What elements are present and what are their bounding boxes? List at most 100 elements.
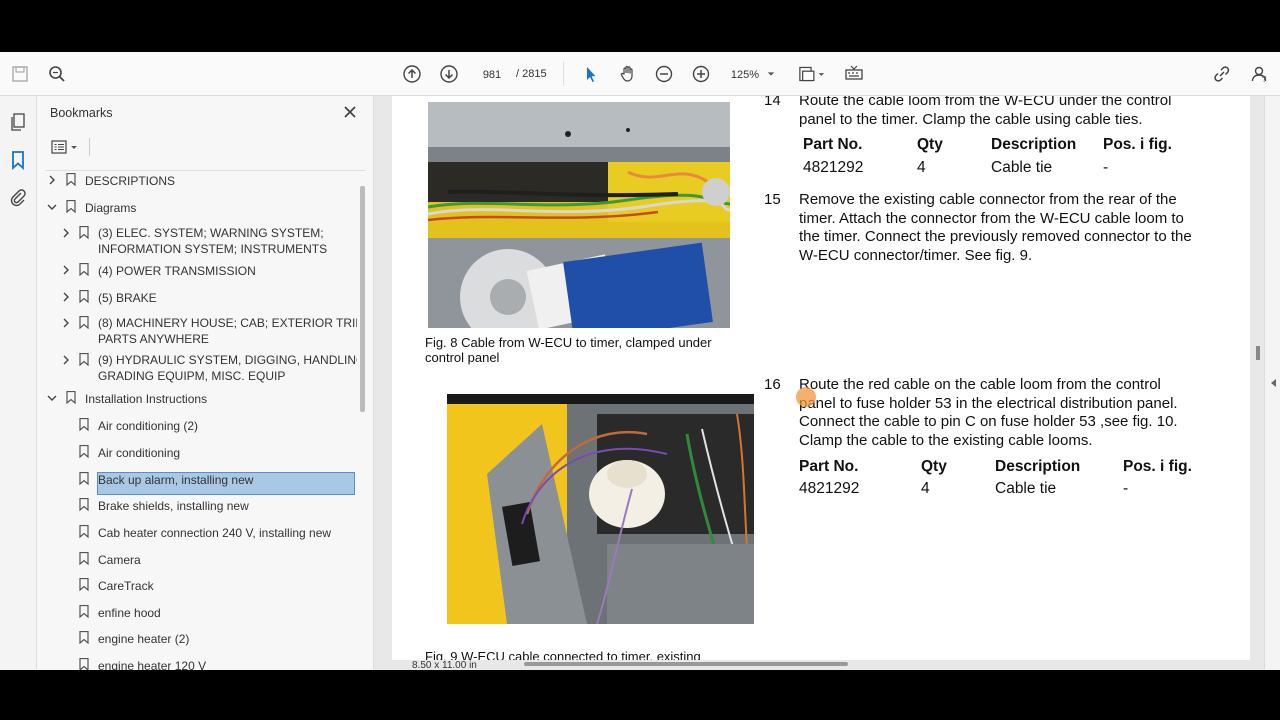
chevron-down-icon[interactable] — [47, 202, 57, 212]
bookmark-air-conditioning[interactable]: Air conditioning — [37, 444, 357, 464]
fig9-caption: Fig. 9 W-ECU cable connected to timer, e… — [425, 649, 701, 660]
bookmark-icon — [79, 525, 89, 538]
chevron-right-icon[interactable] — [61, 265, 71, 275]
attachments-icon[interactable] — [8, 187, 28, 207]
step-16-number: 16 — [764, 376, 781, 393]
bookmark-label: (9) HYDRAULIC SYSTEM, DIGGING, HANDLING, — [98, 353, 357, 367]
bookmark-power-transmission[interactable]: (4) POWER TRANSMISSION — [37, 262, 357, 282]
svg-text:?: ? — [1262, 75, 1267, 84]
table2-header-pos: Pos. i fig. — [1123, 458, 1192, 475]
keyboard-icon[interactable] — [843, 63, 865, 85]
bookmark-label: Camera — [98, 553, 141, 567]
zoom-dropdown-icon[interactable] — [765, 63, 777, 85]
fig9-photo — [447, 394, 754, 624]
bookmark-cab-heater[interactable]: Cab heater connection 240 V, installing … — [37, 524, 357, 544]
fig8-photo — [428, 102, 730, 328]
page-size-label: 8.50 x 11.00 in — [410, 660, 479, 670]
bookmark-diagrams[interactable]: Diagrams — [37, 199, 357, 219]
bookmark-label: Air conditioning (2) — [98, 419, 199, 433]
bookmark-icon — [79, 658, 89, 670]
step-15-line: the timer. Connect the previously remove… — [799, 228, 1192, 245]
step-14-line: Route the cable loom from the W-ECU unde… — [799, 96, 1172, 109]
fig9-image — [447, 394, 754, 624]
bookmark-icon — [79, 578, 89, 591]
page-display-icon[interactable] — [797, 63, 827, 85]
bookmark-label: enfine hood — [98, 606, 161, 620]
bookmark-camera[interactable]: Camera — [37, 551, 357, 571]
step-15-line: timer. Attach the connector from the W-E… — [799, 209, 1184, 227]
previous-page-icon[interactable] — [401, 63, 423, 85]
bookmark-descriptions[interactable]: DESCRIPTIONS — [37, 172, 357, 192]
bookmark-brake[interactable]: (5) BRAKE — [37, 289, 357, 309]
table1-header-pos: Pos. i fig. — [1103, 136, 1172, 153]
fig8-caption-line2: control panel — [425, 350, 500, 365]
bookmark-label: Brake shields, installing new — [98, 499, 249, 513]
page-number-input[interactable] — [474, 64, 510, 86]
step-16-line: Route the red cable on the cable loom fr… — [799, 376, 1161, 393]
page-thumbnails-icon[interactable] — [8, 112, 28, 132]
zoom-level-input[interactable] — [723, 64, 767, 86]
table2-cell-part-no: 4821292 — [799, 480, 860, 497]
table1-header-part-no: Part No. — [803, 136, 863, 153]
bookmark-caretrack[interactable]: CareTrack — [37, 577, 357, 597]
table1-cell-qty: 4 — [917, 159, 926, 176]
vertical-scrollbar-thumb[interactable] — [1256, 346, 1260, 360]
bookmark-label: engine heater 120 V — [98, 659, 207, 670]
panel-divider — [45, 170, 365, 171]
screen-letterbox-bottom — [0, 670, 1280, 720]
bookmark-label-line2: GRADING EQUIPM, MISC. EQUIP — [98, 369, 286, 383]
bookmark-icon — [79, 353, 89, 366]
account-icon[interactable]: ? — [1248, 63, 1270, 85]
bookmark-brake-shields[interactable]: Brake shields, installing new — [37, 497, 357, 517]
table2-cell-description: Cable tie — [995, 480, 1057, 497]
panel-scrollbar-thumb[interactable] — [360, 186, 365, 412]
next-page-icon[interactable] — [438, 63, 460, 85]
bookmark-engine-heater-120v[interactable]: engine heater 120 V — [37, 657, 357, 670]
bookmark-machinery-house[interactable]: (8) MACHINERY HOUSE; CAB; EXTERIOR TRIM … — [37, 315, 357, 349]
bookmark-installation-instructions[interactable]: Installation Instructions — [37, 390, 357, 410]
save-icon[interactable] — [9, 63, 31, 85]
bookmark-back-up-alarm[interactable]: Back up alarm, installing new — [37, 471, 357, 491]
expand-right-panel-icon[interactable] — [1269, 378, 1277, 388]
table2-cell-qty: 4 — [921, 480, 930, 497]
toolbar: / 2815 ? — [0, 52, 1280, 96]
chevron-down-icon[interactable] — [47, 393, 57, 403]
zoom-in-icon[interactable] — [690, 63, 712, 85]
toolbar-divider — [563, 62, 564, 86]
chevron-right-icon[interactable] — [61, 318, 71, 328]
table2-header-description: Description — [995, 458, 1081, 475]
chevron-right-icon[interactable] — [47, 175, 57, 185]
bookmark-elec-system[interactable]: (3) ELEC. SYSTEM; WARNING SYSTEM; INFORM… — [37, 225, 357, 259]
bookmark-label: (4) POWER TRANSMISSION — [98, 264, 256, 278]
bookmark-engine-heater-2[interactable]: engine heater (2) — [37, 630, 357, 650]
step-14-line: panel to the timer. Clamp the cable usin… — [799, 110, 1143, 128]
pdf-viewer-window: / 2815 ? — [0, 52, 1280, 670]
bookmark-enfine-hood[interactable]: enfine hood — [37, 604, 357, 624]
fig8-caption-line1: Fig. 8 Cable from W-ECU to timer, clampe… — [425, 335, 712, 350]
pdf-page: Fig. 8 Cable from W-ECU to timer, clampe… — [392, 96, 1250, 660]
chevron-right-icon[interactable] — [61, 292, 71, 302]
step-15-text: Remove the existing cable connector from… — [799, 191, 1239, 265]
table2-cell-pos: - — [1123, 480, 1129, 497]
document-viewport: Fig. 8 Cable from W-ECU to timer, clampe… — [374, 96, 1264, 670]
bookmark-air-conditioning-2[interactable]: Air conditioning (2) — [37, 417, 357, 437]
zoom-out-icon[interactable] — [653, 63, 675, 85]
bookmark-hydraulic-system[interactable]: (9) HYDRAULIC SYSTEM, DIGGING, HANDLING,… — [37, 352, 357, 386]
chevron-right-icon[interactable] — [61, 228, 71, 238]
bookmark-label: Installation Instructions — [85, 392, 208, 406]
hand-tool-icon[interactable] — [617, 63, 639, 85]
bookmarks-icon[interactable] — [8, 150, 28, 170]
bookmarks-panel: Bookmarks DESCRIPTIONS Diagrams (3) ELEC… — [37, 96, 374, 670]
search-icon[interactable] — [46, 63, 68, 85]
bookmark-icon — [79, 418, 89, 431]
bookmark-icon — [79, 472, 89, 485]
panel-title: Bookmarks — [50, 106, 113, 120]
close-icon[interactable] — [342, 104, 358, 120]
bookmark-label: Air conditioning — [98, 446, 181, 460]
share-link-icon[interactable] — [1211, 63, 1233, 85]
step-15-line: Remove the existing cable connector from… — [799, 191, 1177, 208]
horizontal-scrollbar-thumb[interactable] — [524, 662, 848, 666]
select-tool-icon[interactable] — [580, 63, 602, 85]
bookmark-options-icon[interactable] — [51, 138, 79, 156]
chevron-right-icon[interactable] — [61, 355, 71, 365]
